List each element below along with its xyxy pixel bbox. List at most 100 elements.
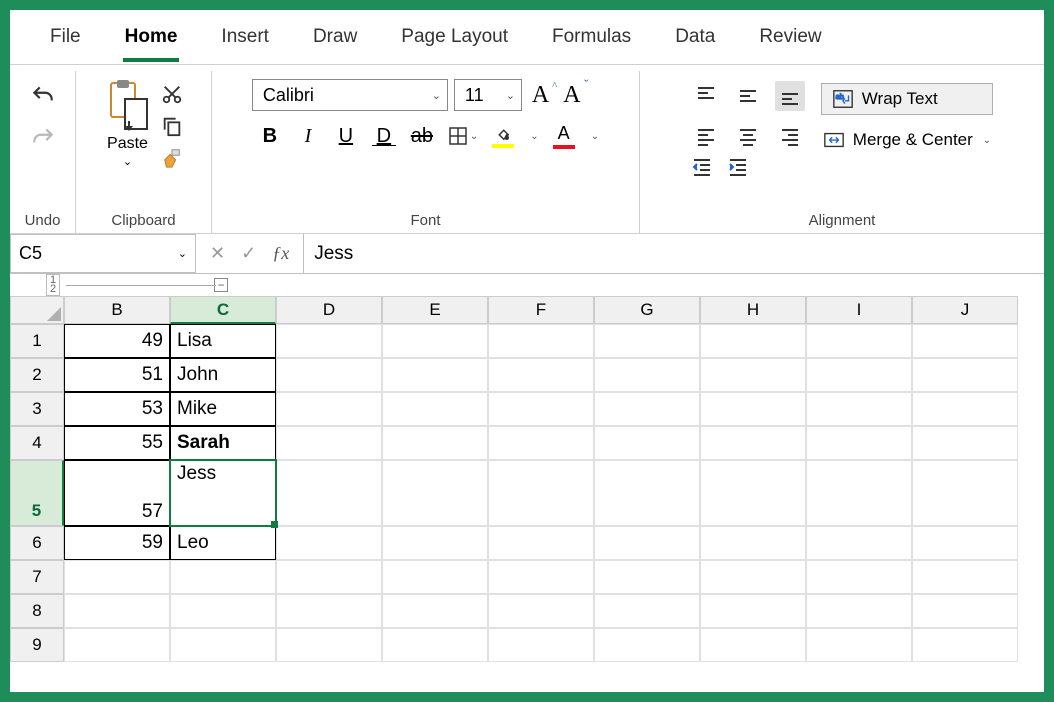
rowhdr-5[interactable]: 5 [10,460,64,526]
cell-I2[interactable] [806,358,912,392]
colhdr-I[interactable]: I [806,296,912,324]
colhdr-B[interactable]: B [64,296,170,324]
cell-H7[interactable] [700,560,806,594]
align-left-button[interactable] [691,121,721,151]
tab-review[interactable]: Review [757,22,823,58]
cell-H6[interactable] [700,526,806,560]
colhdr-F[interactable]: F [488,296,594,324]
increase-font-button[interactable]: A [528,82,553,109]
cell-F2[interactable] [488,358,594,392]
rowhdr-1[interactable]: 1 [10,324,64,358]
cell-J7[interactable] [912,560,1018,594]
cell-D4[interactable] [276,426,382,460]
cell-G6[interactable] [594,526,700,560]
cell-B3[interactable]: 53 [64,392,170,426]
cell-C9[interactable] [170,628,276,662]
cell-I7[interactable] [806,560,912,594]
colhdr-E[interactable]: E [382,296,488,324]
cell-J8[interactable] [912,594,1018,628]
cell-E2[interactable] [382,358,488,392]
formula-input[interactable]: Jess [304,234,1044,273]
cell-G9[interactable] [594,628,700,662]
wrap-text-button[interactable]: ab Wrap Text [821,83,993,115]
underline-button[interactable]: U [334,125,358,148]
font-name-dropdown[interactable]: Calibri⌄ [252,79,448,111]
tab-draw[interactable]: Draw [311,22,359,58]
italic-button[interactable]: I [296,125,320,148]
outline-levels[interactable]: 12 [46,274,60,296]
rowhdr-8[interactable]: 8 [10,594,64,628]
bold-button[interactable]: B [258,125,282,148]
strikethrough-button[interactable]: ab [410,125,434,148]
cell-B8[interactable] [64,594,170,628]
cell-G4[interactable] [594,426,700,460]
cell-G3[interactable] [594,392,700,426]
cell-C7[interactable] [170,560,276,594]
tab-data[interactable]: Data [673,22,717,58]
colhdr-D[interactable]: D [276,296,382,324]
font-size-dropdown[interactable]: 11⌄ [454,79,522,111]
colhdr-J[interactable]: J [912,296,1018,324]
paste-button[interactable] [105,79,151,133]
cell-E6[interactable] [382,526,488,560]
cell-G7[interactable] [594,560,700,594]
cell-D8[interactable] [276,594,382,628]
cell-F4[interactable] [488,426,594,460]
cancel-formula-button[interactable]: ✕ [210,243,225,264]
cell-D1[interactable] [276,324,382,358]
cell-H1[interactable] [700,324,806,358]
cell-F6[interactable] [488,526,594,560]
cell-H4[interactable] [700,426,806,460]
tab-formulas[interactable]: Formulas [550,22,633,58]
cell-G5[interactable] [594,460,700,526]
cell-F7[interactable] [488,560,594,594]
paste-dropdown[interactable]: ⌄ [123,155,132,168]
cell-D5[interactable] [276,460,382,526]
cell-G8[interactable] [594,594,700,628]
cell-I3[interactable] [806,392,912,426]
cell-I8[interactable] [806,594,912,628]
colhdr-G[interactable]: G [594,296,700,324]
merge-center-button[interactable]: Merge & Center ⌄ [821,125,993,155]
redo-button[interactable] [30,125,56,151]
cell-J9[interactable] [912,628,1018,662]
rowhdr-4[interactable]: 4 [10,426,64,460]
cell-I5[interactable] [806,460,912,526]
align-right-button[interactable] [775,121,805,151]
align-top-button[interactable] [691,81,721,111]
rowhdr-7[interactable]: 7 [10,560,64,594]
cell-B7[interactable] [64,560,170,594]
cell-D9[interactable] [276,628,382,662]
increase-indent-button[interactable] [727,155,749,177]
cell-J4[interactable] [912,426,1018,460]
align-bottom-button[interactable] [775,81,805,111]
cell-C8[interactable] [170,594,276,628]
decrease-font-button[interactable]: A [559,82,584,109]
cell-J3[interactable] [912,392,1018,426]
cell-B9[interactable] [64,628,170,662]
cell-D3[interactable] [276,392,382,426]
cell-H2[interactable] [700,358,806,392]
cell-I6[interactable] [806,526,912,560]
cell-E3[interactable] [382,392,488,426]
cell-E1[interactable] [382,324,488,358]
name-box[interactable]: C5⌄ [10,234,196,273]
select-all-corner[interactable] [10,296,64,324]
colhdr-C[interactable]: C [170,296,276,324]
cell-F9[interactable] [488,628,594,662]
enter-formula-button[interactable]: ✓ [241,243,256,264]
align-middle-button[interactable] [733,81,763,111]
tab-file[interactable]: File [48,22,83,58]
cell-F5[interactable] [488,460,594,526]
cell-G2[interactable] [594,358,700,392]
cell-C1[interactable]: Lisa [170,324,276,358]
font-color-button[interactable]: A [553,123,575,149]
cell-F8[interactable] [488,594,594,628]
rowhdr-2[interactable]: 2 [10,358,64,392]
cell-I9[interactable] [806,628,912,662]
cell-H9[interactable] [700,628,806,662]
cell-F1[interactable] [488,324,594,358]
align-center-button[interactable] [733,121,763,151]
cell-E8[interactable] [382,594,488,628]
cut-button[interactable] [161,83,183,105]
